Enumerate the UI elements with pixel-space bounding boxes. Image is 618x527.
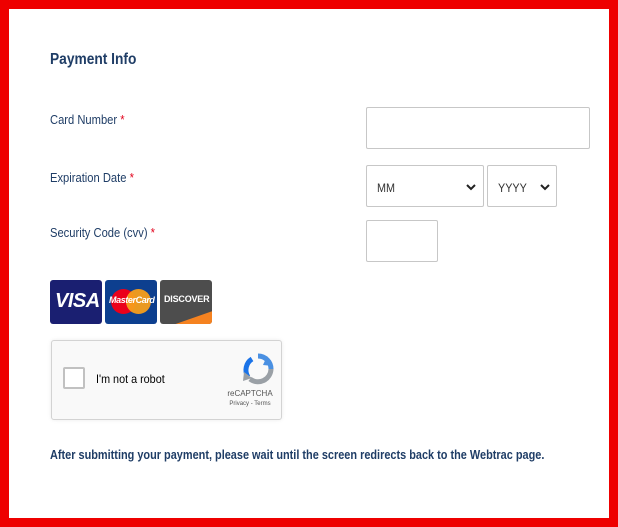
- payment-frame: Payment Info Card Number * Expiration Da…: [0, 0, 618, 527]
- card-number-label-text: Card Number: [50, 112, 118, 127]
- discover-logo-text: DISCOVER: [164, 294, 210, 304]
- recaptcha-brand: reCAPTCHA: [227, 389, 273, 398]
- visa-logo-text: VISA: [55, 290, 100, 312]
- visa-logo: VISA: [50, 280, 102, 324]
- required-marker: *: [150, 225, 156, 240]
- recaptcha-logo-icon: [243, 353, 274, 385]
- mastercard-logo: MasterCard: [105, 280, 157, 324]
- page-title: Payment Info: [50, 51, 137, 68]
- security-code-label: Security Code (cvv) *: [50, 225, 155, 240]
- expiration-month-select[interactable]: MM: [366, 165, 484, 207]
- discover-orange-band: [175, 311, 212, 324]
- redirect-note: After submitting your payment, please wa…: [50, 447, 545, 462]
- chevron-down-icon: [466, 184, 476, 191]
- required-marker: *: [120, 112, 125, 127]
- recaptcha-widget: I'm not a robot reCAPTCHA Privacy - Term…: [51, 340, 282, 420]
- expiration-date-label-text: Expiration Date: [50, 170, 127, 185]
- recaptcha-privacy-link[interactable]: Privacy: [229, 401, 249, 407]
- mastercard-logo-text: MasterCard: [109, 295, 155, 305]
- card-number-label: Card Number *: [50, 112, 125, 127]
- recaptcha-label: I'm not a robot: [96, 372, 165, 386]
- security-code-label-text: Security Code (cvv): [50, 225, 148, 240]
- chevron-down-icon: [540, 184, 550, 191]
- recaptcha-links: Privacy - Terms: [225, 401, 275, 407]
- expiration-date-label: Expiration Date *: [50, 170, 134, 185]
- security-code-input[interactable]: [366, 220, 438, 262]
- recaptcha-checkbox[interactable]: [63, 367, 85, 389]
- recaptcha-terms-link[interactable]: Terms: [254, 401, 270, 407]
- discover-logo: DISCOVER: [160, 280, 212, 324]
- card-number-input[interactable]: [366, 107, 590, 149]
- expiration-month-value: MM: [377, 181, 395, 195]
- expiration-year-select[interactable]: YYYY: [487, 165, 557, 207]
- expiration-year-value: YYYY: [498, 181, 527, 195]
- required-marker: *: [129, 170, 134, 185]
